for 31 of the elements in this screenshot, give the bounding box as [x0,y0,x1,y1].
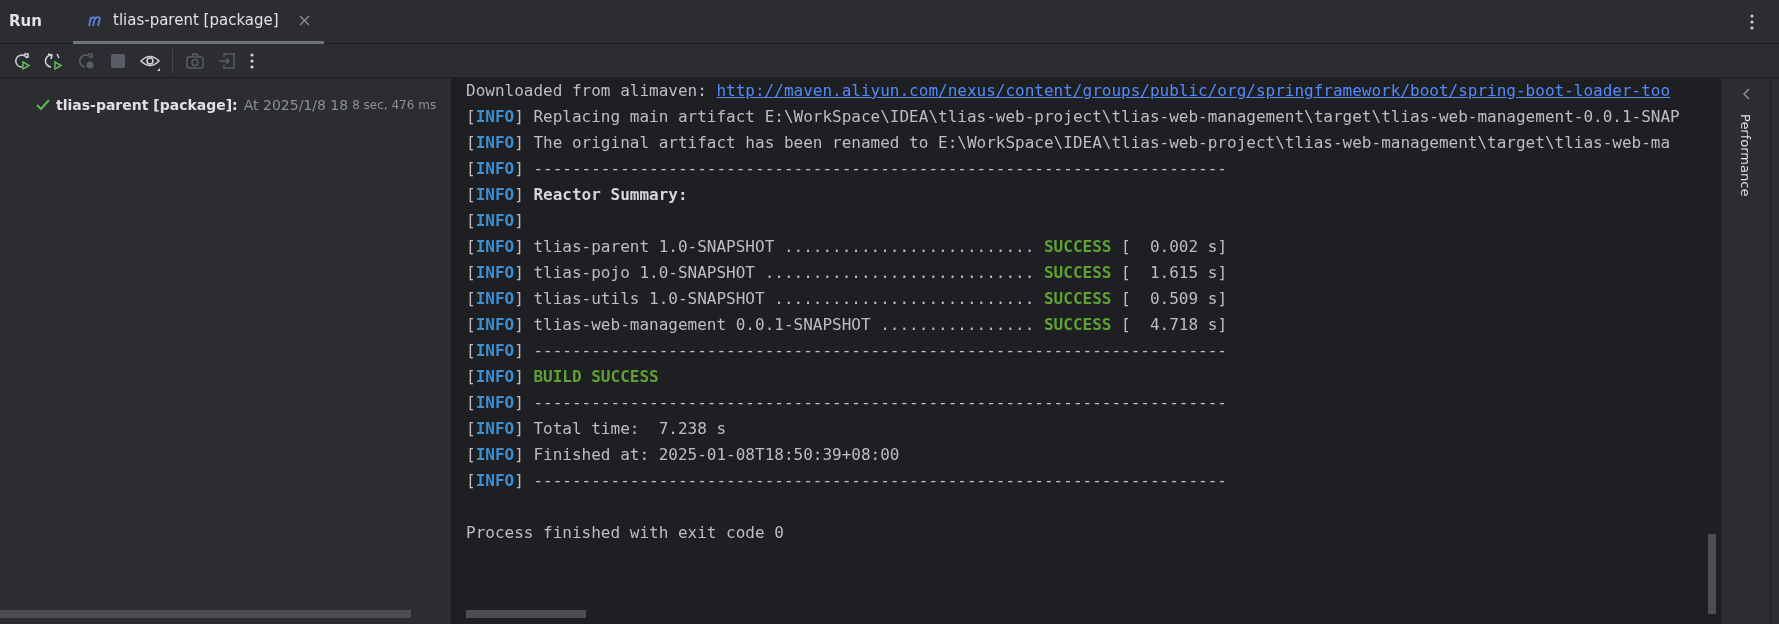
console-line: Process finished with exit code 0 [466,522,784,544]
rerun-icon[interactable] [44,50,64,71]
tool-window-title: Run [9,11,43,33]
vertical-scrollbar[interactable] [1708,534,1716,614]
horizontal-scrollbar[interactable] [466,610,586,618]
console-line: [INFO] Replacing main artifact E:\WorkSpace\IDEA\tlias-web-project\tlias-web-management\target\tlias-web-management-0.0.1-SNAP [466,106,1680,128]
run-tab[interactable]: tlias-parent [package] [73,0,324,44]
run-tree-item[interactable]: tlias-parent [package]: At 2025/1/8 18 8 sec, 476 ms [0,92,451,118]
performance-tab[interactable]: Performance [1735,114,1756,197]
console-line: [INFO] tlias-utils 1.0-SNAPSHOT ........................... SUCCESS [ 0.509 s] [466,288,1227,310]
console-line: [INFO] The original artifact has been renamed to E:\WorkSpace\IDEA\tlias-web-project\tlias-web-management\target\tlias-web-ma [466,132,1671,154]
console-line: [INFO] ------------------------------------------------------------------------ [466,392,1227,414]
chevron-left-icon[interactable] [1741,88,1750,100]
horizontal-scrollbar[interactable] [0,610,411,618]
console-line: [INFO] tlias-parent 1.0-SNAPSHOT .......................... SUCCESS [ 0.002 s] [466,236,1227,258]
url-link[interactable]: http://maven.aliyun.com/nexus/content/groups/public/org/springframework/boot/spring-boot-loader-too [716,81,1671,100]
rerun-icon[interactable] [12,50,32,71]
console-line: [INFO] tlias-pojo 1.0-SNAPSHOT ............................ SUCCESS [ 1.615 s] [466,262,1227,284]
console-line: [INFO] BUILD SUCCESS [466,366,659,388]
more-icon[interactable] [1749,12,1755,31]
console-line: [INFO] Finished at: 2025-01-08T18:50:39+08:00 [466,444,900,466]
console-line: [INFO] tlias-web-management 0.0.1-SNAPSHOT ................ SUCCESS [ 4.718 s] [466,314,1227,336]
close-icon[interactable] [298,14,310,26]
console-line: Downloaded from alimaven: http://maven.aliyun.com/nexus/content/groups/public/org/springframework/boot/spring-boot-loader-too [466,80,1671,102]
console-line: [INFO] ------------------------------------------------------------------------ [466,158,1227,180]
console-line: [INFO] Reactor Summary: [466,184,688,206]
console-line: [INFO] Total time: 7.238 s [466,418,727,440]
checkmark-icon [36,99,50,111]
console-line: [INFO] [466,210,524,232]
console-line: [INFO] ------------------------------------------------------------------------ [466,470,1227,492]
console-line: [INFO] ------------------------------------------------------------------------ [466,340,1227,362]
